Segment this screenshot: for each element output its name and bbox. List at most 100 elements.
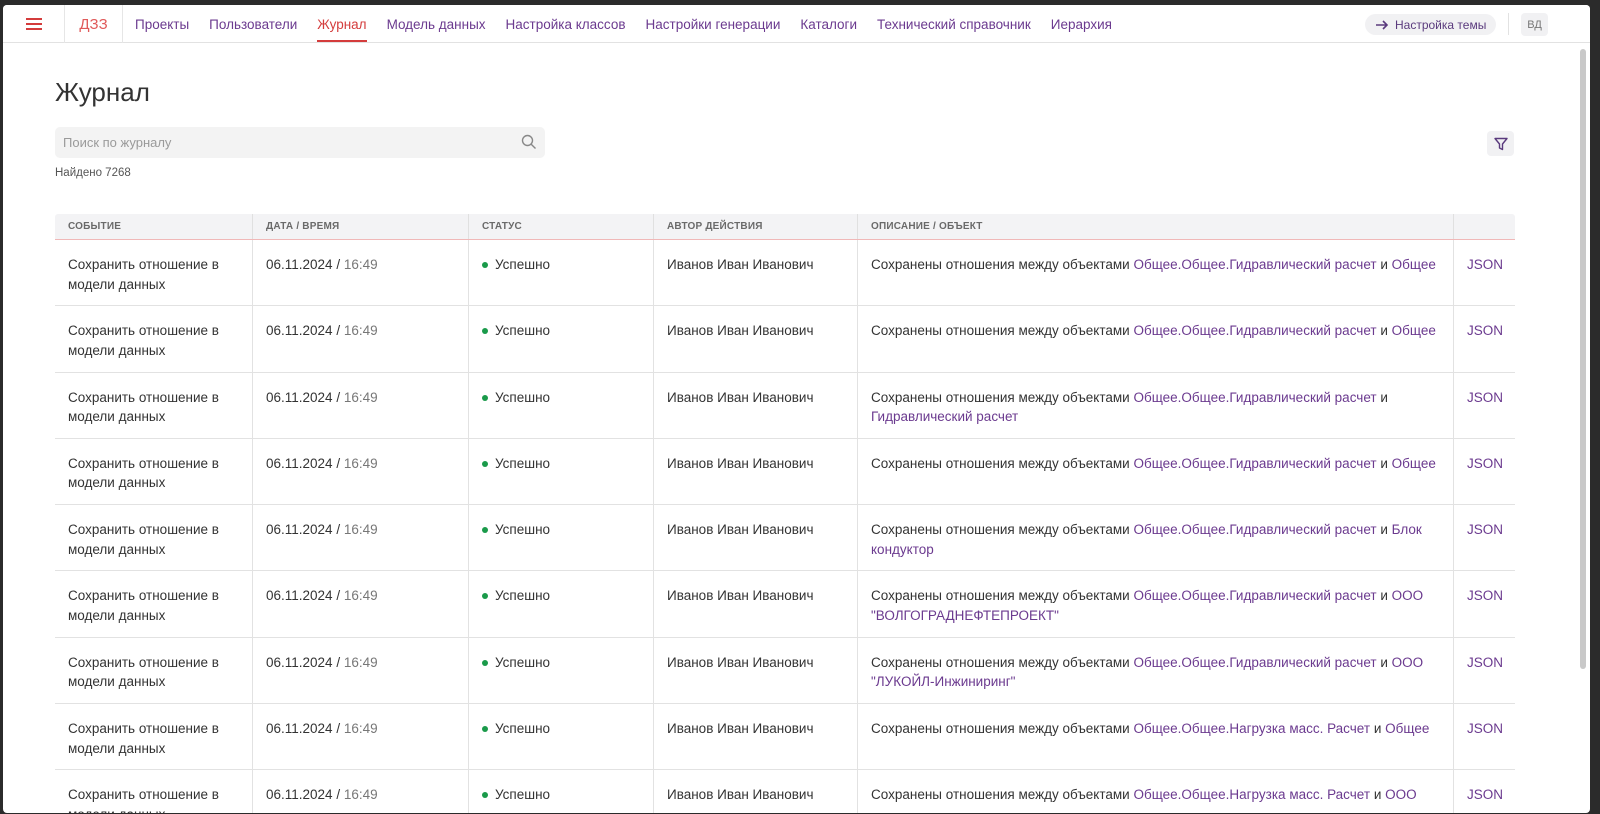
json-cell: JSON: [1454, 638, 1515, 703]
description-cell: Сохранены отношения между объектами Обще…: [858, 571, 1454, 637]
status-dot: [482, 394, 488, 401]
date-separator: /: [332, 787, 344, 803]
event-cell: Сохранить отношение в модели данных: [55, 505, 253, 571]
event-cell: Сохранить отношение в модели данных: [55, 438, 253, 505]
status-label: Успешно: [495, 389, 551, 405]
search-icon[interactable]: [521, 134, 537, 150]
object-link[interactable]: Общее.Общее.Гидравлический расчет: [1133, 655, 1376, 670]
datetime-cell: 06.11.2024 / 16:49: [253, 505, 469, 571]
table-row[interactable]: Сохранить отношение в модели данных06.11…: [55, 637, 1515, 705]
brand-logo[interactable]: ДЗЗ: [65, 5, 123, 43]
nav-item-0[interactable]: Проекты: [135, 5, 189, 43]
time: 16:49: [343, 455, 378, 471]
json-link[interactable]: JSON: [1467, 257, 1503, 272]
results-count: Найдено 7268: [55, 167, 131, 179]
object-link[interactable]: ООО: [1385, 787, 1417, 802]
json-link[interactable]: JSON: [1467, 655, 1503, 670]
json-link[interactable]: JSON: [1467, 588, 1503, 603]
nav-item-4[interactable]: Настройка классов: [506, 5, 626, 43]
status-dot: [482, 593, 488, 600]
json-link[interactable]: JSON: [1467, 323, 1503, 338]
time: 16:49: [343, 654, 378, 670]
table-row[interactable]: Сохранить отношение в модели данных06.11…: [55, 571, 1515, 638]
object-link[interactable]: Общее: [1392, 257, 1436, 272]
object-link[interactable]: Общее.Общее.Гидравлический расчет: [1133, 323, 1376, 338]
table-row[interactable]: Сохранить отношение в модели данных06.11…: [55, 372, 1515, 439]
author-cell: Иванов Иван Иванович: [654, 704, 858, 770]
json-link[interactable]: JSON: [1467, 390, 1503, 405]
time: 16:49: [343, 257, 378, 272]
object-link[interactable]: Гидравлический расчет: [871, 409, 1018, 424]
status-cell: Успешно: [469, 306, 654, 372]
avatar[interactable]: ВД: [1521, 13, 1548, 36]
datetime-cell: 06.11.2024 / 16:49: [253, 372, 469, 438]
topbar-divider: [1508, 13, 1509, 35]
object-link[interactable]: Общее: [1385, 721, 1429, 736]
theme-settings-button[interactable]: Настройка темы: [1365, 14, 1497, 35]
json-link[interactable]: JSON: [1467, 522, 1503, 537]
author-cell: Иванов Иван Иванович: [654, 571, 858, 637]
json-cell: JSON: [1454, 704, 1515, 769]
nav-item-1[interactable]: Пользователи: [209, 5, 297, 43]
table-row[interactable]: Сохранить отношение в модели данных06.11…: [55, 240, 1515, 307]
object-link[interactable]: Общее.Общее.Гидравлический расчет: [1133, 257, 1376, 272]
column-header-4: Описание / объект: [858, 214, 1454, 239]
date: 06.11.2024: [266, 522, 333, 538]
table-row[interactable]: Сохранить отношение в модели данных06.11…: [55, 505, 1515, 572]
menu-button[interactable]: [3, 5, 65, 43]
vertical-scrollbar[interactable]: [1580, 49, 1586, 669]
object-link[interactable]: Общее: [1392, 323, 1436, 338]
nav-item-7[interactable]: Технический справочник: [877, 5, 1031, 43]
object-link[interactable]: Общее.Общее.Гидравлический расчет: [1133, 390, 1376, 405]
author-cell: Иванов Иван Иванович: [654, 770, 858, 813]
datetime-cell: 06.11.2024 / 16:49: [253, 637, 469, 704]
object-link[interactable]: Общее: [1392, 456, 1436, 471]
status-label: Успешно: [495, 522, 551, 538]
table-row[interactable]: Сохранить отношение в модели данных06.11…: [55, 704, 1515, 771]
json-cell: JSON: [1454, 770, 1515, 813]
time: 16:49: [343, 522, 378, 538]
datetime-cell: 06.11.2024 / 16:49: [253, 306, 469, 372]
object-link[interactable]: Общее.Общее.Нагрузка масс. Расчет: [1133, 787, 1370, 802]
object-link[interactable]: Общее.Общее.Нагрузка масс. Расчет: [1133, 721, 1370, 736]
nav-item-6[interactable]: Каталоги: [800, 5, 857, 43]
conjunction: и: [1380, 654, 1388, 670]
event-cell: Сохранить отношение в модели данных: [55, 240, 253, 306]
object-link[interactable]: Общее.Общее.Гидравлический расчет: [1133, 588, 1376, 603]
description-cell: Сохранены отношения между объектами Обще…: [858, 704, 1454, 770]
search-input[interactable]: [55, 127, 495, 158]
json-link[interactable]: JSON: [1467, 787, 1503, 802]
json-link[interactable]: JSON: [1467, 721, 1503, 736]
event-cell: Сохранить отношение в модели данных: [55, 306, 253, 372]
nav-item-5[interactable]: Настройки генерации: [646, 5, 781, 43]
description-cell: Сохранены отношения между объектами Обще…: [858, 505, 1454, 571]
journal-table: Событие Дата / время Статус Автор действия О…: [55, 214, 1515, 813]
table-row[interactable]: Сохранить отношение в модели данных06.11…: [55, 306, 1515, 373]
event-cell: Сохранить отношение в модели данных: [55, 770, 253, 813]
description-cell: Сохранены отношения между объектами Обще…: [858, 770, 1454, 813]
filter-button[interactable]: [1487, 131, 1514, 156]
search-box: [55, 127, 545, 158]
status-dot: [482, 460, 488, 467]
date: 06.11.2024: [266, 588, 333, 604]
description-text: Сохранены отношения между объектами: [871, 455, 1130, 471]
column-header-5: [1454, 214, 1515, 239]
object-link[interactable]: Общее.Общее.Гидравлический расчет: [1133, 456, 1376, 471]
status-label: Успешно: [495, 654, 551, 670]
json-cell: JSON: [1454, 373, 1515, 438]
table-row[interactable]: Сохранить отношение в модели данных06.11…: [55, 770, 1515, 813]
datetime-cell: 06.11.2024 / 16:49: [253, 240, 469, 306]
json-cell: JSON: [1454, 505, 1515, 570]
object-link[interactable]: Общее.Общее.Гидравлический расчет: [1133, 522, 1376, 537]
date-separator: /: [332, 522, 344, 538]
json-link[interactable]: JSON: [1467, 456, 1503, 471]
json-cell: JSON: [1454, 439, 1515, 504]
conjunction: и: [1380, 455, 1388, 471]
nav-item-8[interactable]: Иерархия: [1051, 5, 1112, 43]
table-row[interactable]: Сохранить отношение в модели данных06.11…: [55, 438, 1515, 506]
main-nav: Проекты Пользователи Журнал Модель данных На…: [135, 5, 1112, 43]
author-cell: Иванов Иван Иванович: [654, 637, 858, 704]
nav-item-3[interactable]: Модель данных: [387, 5, 486, 43]
nav-item-2[interactable]: Журнал: [317, 5, 367, 43]
date: 06.11.2024: [266, 721, 333, 737]
